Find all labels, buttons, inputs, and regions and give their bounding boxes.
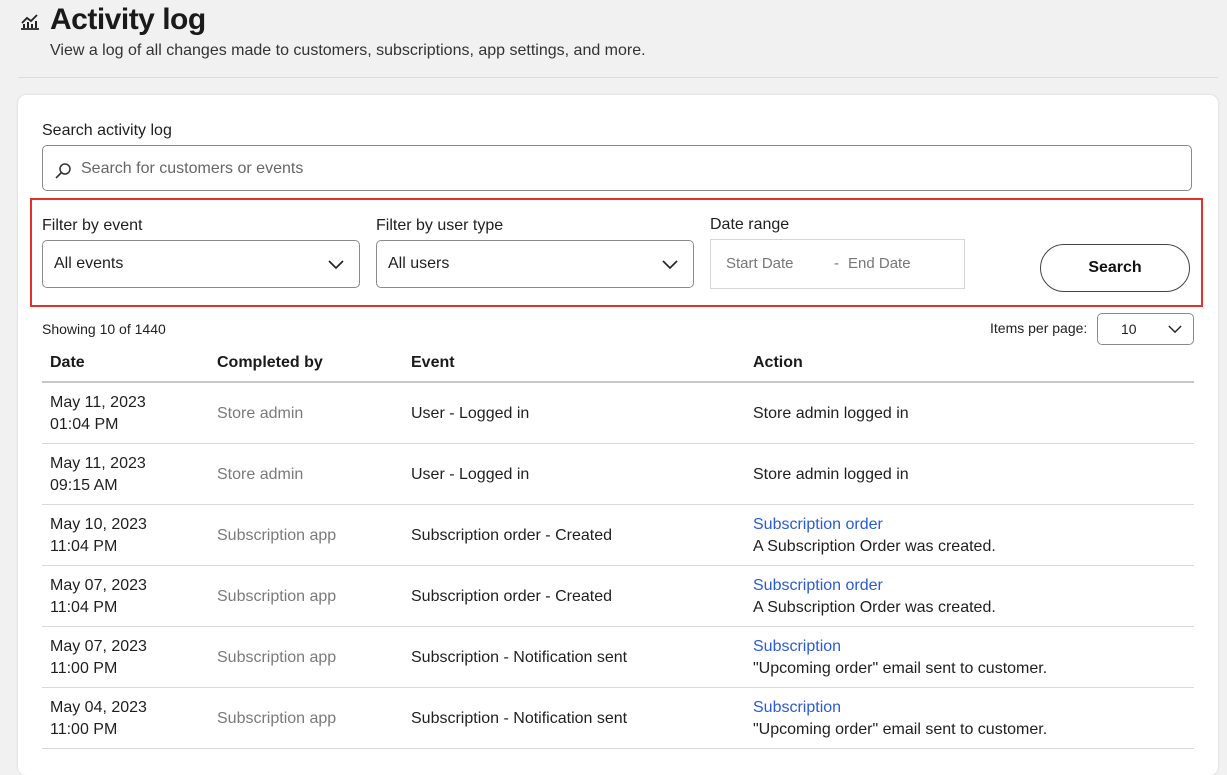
row-date: May 07, 2023 11:00 PM xyxy=(50,638,147,677)
subscription-link[interactable]: Subscription xyxy=(753,636,1047,658)
column-header-date: Date xyxy=(50,354,85,371)
search-field[interactable] xyxy=(42,145,1192,191)
header-divider xyxy=(18,77,1218,78)
filter-event-select[interactable]: All events xyxy=(42,240,360,288)
row-date: May 04, 2023 11:00 PM xyxy=(50,699,147,738)
row-action: Store admin logged in xyxy=(753,466,909,483)
row-date: May 11, 2023 01:04 PM xyxy=(50,394,146,433)
row-completed-by: Store admin xyxy=(217,405,304,422)
date-separator: - xyxy=(834,255,839,272)
filter-user-type-select[interactable]: All users xyxy=(376,240,694,288)
row-action-text: "Upcoming order" email sent to customer. xyxy=(753,721,1048,738)
page-subtitle: View a log of all changes made to custom… xyxy=(50,42,646,59)
filter-user-type-label: Filter by user type xyxy=(376,217,504,234)
filter-event-label: Filter by event xyxy=(42,217,143,234)
row-action-text: A Subscription Order was created. xyxy=(753,599,996,616)
results-count: Showing 10 of 1440 xyxy=(42,321,166,337)
subscription-link[interactable]: Subscription xyxy=(753,697,1047,719)
column-header-action: Action xyxy=(753,354,803,371)
row-completed-by: Subscription app xyxy=(217,710,337,727)
subscription-order-link[interactable]: Subscription order xyxy=(753,575,996,597)
date-range-label: Date range xyxy=(710,216,790,233)
table-row: May 11, 2023 09:15 AM Store admin User - … xyxy=(42,444,1194,505)
column-header-completed-by: Completed by xyxy=(217,354,323,371)
analytics-chart-icon xyxy=(21,14,39,30)
row-action: Subscription "Upcoming order" email sent… xyxy=(753,697,1047,741)
filter-user-type-value: All users xyxy=(388,255,450,272)
column-header-event: Event xyxy=(411,354,455,371)
subscription-order-link[interactable]: Subscription order xyxy=(753,514,996,536)
row-action: Store admin logged in xyxy=(753,405,909,422)
date-range-picker[interactable]: Start Date - End Date xyxy=(710,239,965,289)
filter-event-value: All events xyxy=(54,255,124,272)
row-date: May 07, 2023 11:04 PM xyxy=(50,577,147,616)
search-label: Search activity log xyxy=(42,122,172,139)
row-event: Subscription order - Created xyxy=(411,588,612,605)
row-action-text: "Upcoming order" email sent to customer. xyxy=(753,660,1048,677)
row-completed-by: Store admin xyxy=(217,466,304,483)
row-action-text: A Subscription Order was created. xyxy=(753,538,996,555)
table-row: May 07, 2023 11:00 PM Subscription app Su… xyxy=(42,627,1194,688)
end-date-input[interactable]: End Date xyxy=(848,255,911,272)
table-row: May 07, 2023 11:04 PM Subscription app Su… xyxy=(42,566,1194,627)
row-action: Subscription order A Subscription Order … xyxy=(753,514,996,558)
row-event: Subscription order - Created xyxy=(411,527,612,544)
row-date: May 10, 2023 11:04 PM xyxy=(50,516,147,555)
search-button[interactable]: Search xyxy=(1040,244,1190,292)
row-completed-by: Subscription app xyxy=(217,588,337,605)
row-event: Subscription - Notification sent xyxy=(411,710,628,727)
chevron-down-icon xyxy=(328,260,344,270)
chevron-down-icon xyxy=(1168,325,1182,334)
row-event: Subscription - Notification sent xyxy=(411,649,628,666)
table-row: May 04, 2023 11:00 PM Subscription app Su… xyxy=(42,688,1194,749)
start-date-input[interactable]: Start Date xyxy=(726,255,794,272)
table-row: May 11, 2023 01:04 PM Store admin User - … xyxy=(42,383,1194,444)
activity-log-card: Search activity log Filter by event All … xyxy=(18,95,1218,775)
row-action: Subscription "Upcoming order" email sent… xyxy=(753,636,1047,680)
row-event: User - Logged in xyxy=(411,405,530,422)
items-per-page-select[interactable]: 10 xyxy=(1097,313,1194,345)
row-event: User - Logged in xyxy=(411,466,530,483)
row-completed-by: Subscription app xyxy=(217,649,337,666)
row-date: May 11, 2023 09:15 AM xyxy=(50,455,146,494)
search-input[interactable] xyxy=(79,155,1163,183)
row-action: Subscription order A Subscription Order … xyxy=(753,575,996,619)
search-icon xyxy=(55,163,71,179)
page-header: Activity log View a log of all changes m… xyxy=(0,0,1227,78)
row-completed-by: Subscription app xyxy=(217,527,337,544)
table-row: May 10, 2023 11:04 PM Subscription app Su… xyxy=(42,505,1194,566)
items-per-page-label: Items per page: xyxy=(990,320,1088,336)
items-per-page-value: 10 xyxy=(1121,321,1137,337)
page-title: Activity log xyxy=(50,3,206,36)
chevron-down-icon xyxy=(662,260,678,270)
